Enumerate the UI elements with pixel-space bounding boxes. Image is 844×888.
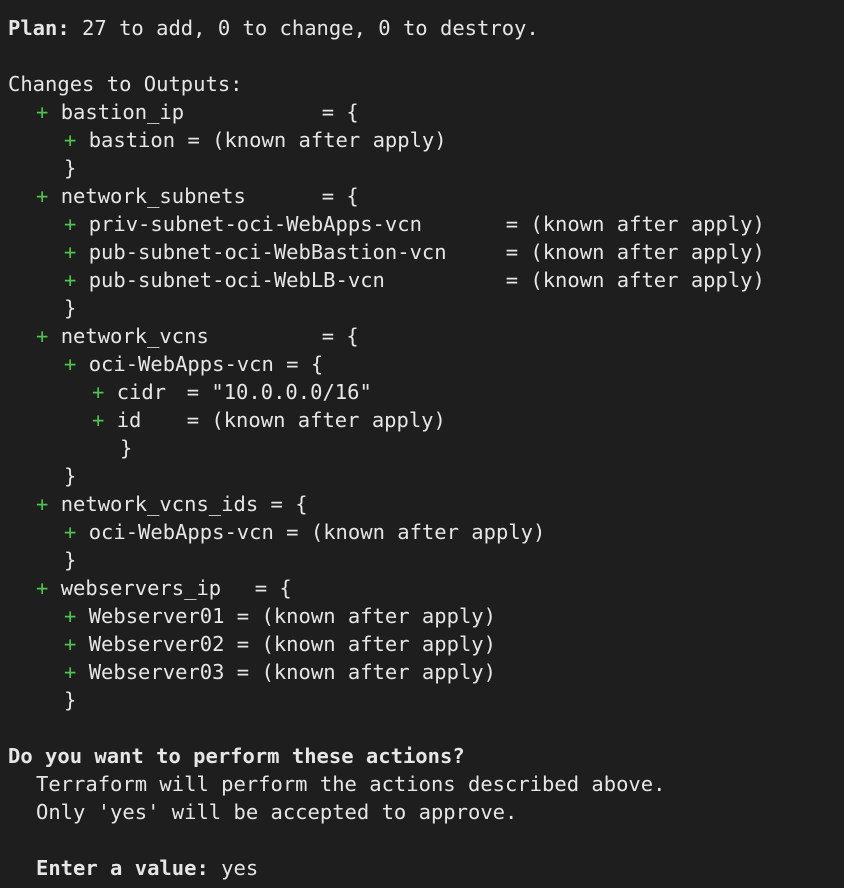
output-item: + pub-subnet-oci-WebLB-vcn = (known after… xyxy=(0,266,844,294)
close-brace: } xyxy=(64,464,77,488)
plus-icon: + xyxy=(36,324,49,348)
output-name: bastion_ip xyxy=(60,100,185,124)
plus-icon: + xyxy=(64,268,77,292)
plus-icon: + xyxy=(64,352,77,376)
item-value: = (known after apply) xyxy=(505,240,765,264)
plus-icon: + xyxy=(36,184,49,208)
output-item: + pub-subnet-oci-WebBastion-vcn = (known … xyxy=(0,238,844,266)
prompt-description-1: Terraform will perform the actions descr… xyxy=(36,772,666,796)
plus-icon: + xyxy=(36,576,49,600)
item-value: = (known after apply) xyxy=(505,268,765,292)
outputs-header: Changes to Outputs: xyxy=(8,72,243,96)
output-item: + priv-subnet-oci-WebApps-vcn = (known af… xyxy=(0,210,844,238)
output-name: webservers_ip xyxy=(60,576,222,600)
item-value: = "10.0.0.0/16" xyxy=(186,380,372,404)
output-network-vcns: + network_vcns = { xyxy=(0,322,844,350)
output-item: + bastion = (known after apply) xyxy=(0,126,844,154)
item-key: bastion xyxy=(88,128,176,152)
item-key: id xyxy=(116,408,142,432)
output-item: + Webserver03 = (known after apply) xyxy=(0,658,844,686)
input-line[interactable]: Enter a value: yes xyxy=(0,854,844,882)
close-brace: } xyxy=(64,548,77,572)
output-bastion-ip: + bastion_ip = { xyxy=(0,98,844,126)
output-webservers-ip: + webservers_ip = { xyxy=(0,574,844,602)
item-key: pub-subnet-oci-WebLB-vcn xyxy=(88,268,385,292)
output-network-vcns-ids: + network_vcns_ids = { xyxy=(0,490,844,518)
plus-icon: + xyxy=(64,660,77,684)
item-key: Webserver02 xyxy=(88,632,225,656)
plus-icon: + xyxy=(64,604,77,628)
item-key: oci-WebApps-vcn xyxy=(88,520,274,544)
item-key: cidr xyxy=(116,380,167,404)
item-key: Webserver03 xyxy=(88,660,225,684)
vcn-close-brace: } xyxy=(120,436,133,460)
open-brace: = { xyxy=(254,576,292,600)
close-brace: } xyxy=(64,156,77,180)
plus-icon: + xyxy=(64,212,77,236)
open-brace: = { xyxy=(321,100,359,124)
item-value: = (known after apply) xyxy=(236,660,496,684)
plus-icon: + xyxy=(36,100,49,124)
output-item: + Webserver01 = (known after apply) xyxy=(0,602,844,630)
plus-icon: + xyxy=(64,240,77,264)
item-value: = (known after apply) xyxy=(186,408,446,432)
input-value[interactable]: yes xyxy=(209,856,258,880)
close-brace: } xyxy=(64,688,77,712)
vcn-entry: + oci-WebApps-vcn = { xyxy=(0,350,844,378)
plus-icon: + xyxy=(64,128,77,152)
plus-icon: + xyxy=(36,492,49,516)
item-value: = (known after apply) xyxy=(187,128,447,152)
input-label: Enter a value: xyxy=(36,856,209,880)
plus-icon: + xyxy=(64,632,77,656)
vcn-key: oci-WebApps-vcn xyxy=(88,352,274,376)
item-key: priv-subnet-oci-WebApps-vcn xyxy=(88,212,422,236)
output-item: + cidr = "10.0.0.0/16" xyxy=(0,378,844,406)
item-value: = (known after apply) xyxy=(236,632,496,656)
plan-label: Plan: xyxy=(8,16,70,40)
item-key: Webserver01 xyxy=(88,604,225,628)
prompt-description-2: Only 'yes' will be accepted to approve. xyxy=(36,800,518,824)
open-brace: = { xyxy=(270,492,308,516)
output-name: network_vcns_ids xyxy=(60,492,259,516)
item-value: = (known after apply) xyxy=(236,604,496,628)
open-brace: = { xyxy=(321,184,359,208)
plan-line: Plan: 27 to add, 0 to change, 0 to destr… xyxy=(0,14,844,42)
plus-icon: + xyxy=(92,380,105,404)
plus-icon: + xyxy=(64,520,77,544)
plus-icon: + xyxy=(92,408,105,432)
item-key: pub-subnet-oci-WebBastion-vcn xyxy=(88,240,447,264)
vcn-open-brace: = { xyxy=(286,352,324,376)
item-value: = (known after apply) xyxy=(286,520,546,544)
output-item: + id = (known after apply) xyxy=(0,406,844,434)
terminal-window: Plan: 27 to add, 0 to change, 0 to destr… xyxy=(0,0,844,888)
output-name: network_subnets xyxy=(60,184,246,208)
close-brace: } xyxy=(64,296,77,320)
output-item: + oci-WebApps-vcn = (known after apply) xyxy=(0,518,844,546)
open-brace: = { xyxy=(321,324,359,348)
prompt-question: Do you want to perform these actions? xyxy=(8,744,465,768)
output-network-subnets: + network_subnets = { xyxy=(0,182,844,210)
item-value: = (known after apply) xyxy=(505,212,765,236)
plan-summary: 27 to add, 0 to change, 0 to destroy. xyxy=(69,16,539,40)
output-name: network_vcns xyxy=(60,324,209,348)
output-item: + Webserver02 = (known after apply) xyxy=(0,630,844,658)
